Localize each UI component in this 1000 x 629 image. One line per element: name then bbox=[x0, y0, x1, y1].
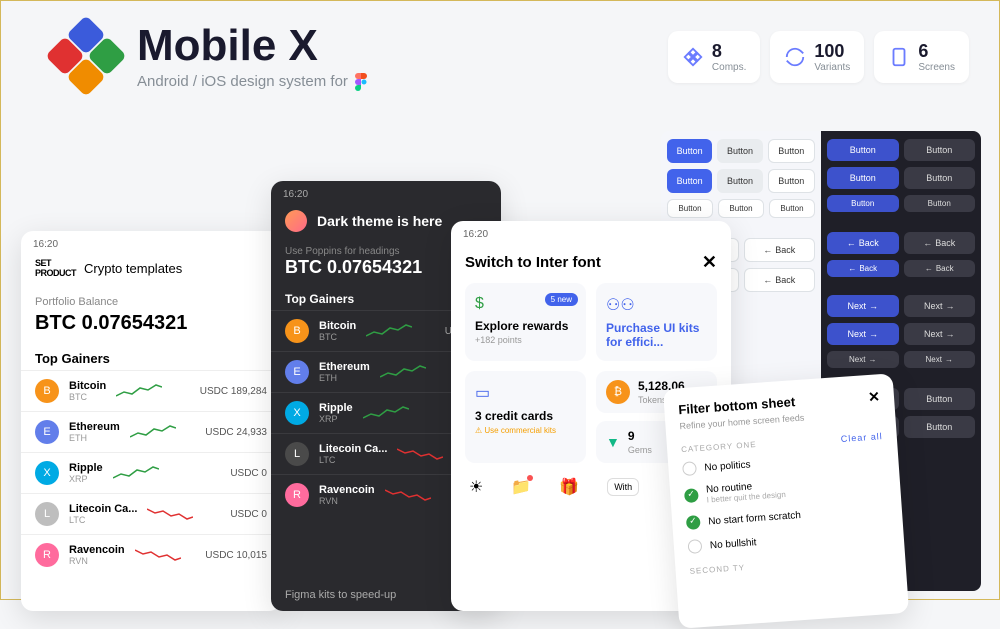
button-outline[interactable]: Button bbox=[768, 139, 815, 163]
button-dark[interactable]: Button bbox=[904, 388, 976, 410]
stat-variants: 100Variants bbox=[770, 31, 864, 83]
balance: BTC 0.07654321 bbox=[21, 312, 281, 347]
subtitle: Android / iOS design system for bbox=[137, 73, 368, 91]
next-button[interactable]: Next → bbox=[904, 323, 976, 345]
with-chip[interactable]: With bbox=[607, 478, 639, 496]
phone-icon bbox=[888, 46, 910, 68]
coin-icon: X bbox=[285, 401, 309, 425]
button-dark[interactable]: Button bbox=[904, 416, 976, 438]
panel-title: Switch to Inter font bbox=[465, 254, 601, 271]
close-icon[interactable]: ✕ bbox=[868, 388, 881, 406]
coin-row[interactable]: XRippleXRPUSDC 0 bbox=[21, 452, 281, 493]
coin-row[interactable]: LLitecoin Ca...LTCUSDC 0 bbox=[21, 493, 281, 534]
coin-icon: L bbox=[35, 502, 59, 526]
coin-row[interactable]: BBitcoinBTCUSDC 189,284 bbox=[21, 370, 281, 411]
coin-icon: R bbox=[285, 483, 309, 507]
radio[interactable] bbox=[682, 461, 697, 476]
button-primary-dark[interactable]: Button bbox=[827, 167, 899, 189]
button-outline[interactable]: Button bbox=[768, 169, 815, 193]
button-small[interactable]: Button bbox=[769, 199, 815, 218]
button-secondary-dark[interactable]: Button bbox=[904, 167, 976, 189]
next-button-small[interactable]: Next → bbox=[827, 351, 899, 368]
brand-title: Crypto templates bbox=[84, 261, 182, 276]
status-time: 16:20 bbox=[271, 181, 501, 202]
diamond-icon bbox=[682, 46, 704, 68]
coin-icon: X bbox=[35, 461, 59, 485]
next-button[interactable]: Next → bbox=[827, 295, 899, 317]
gem-icon: ▼ bbox=[606, 434, 620, 450]
coin-row[interactable]: EEthereumETHUSDC 24,933 bbox=[21, 411, 281, 452]
coin-icon: B bbox=[35, 379, 59, 403]
button-secondary-dark[interactable]: Button bbox=[904, 139, 976, 161]
button-secondary[interactable]: Button bbox=[717, 169, 762, 193]
button-small[interactable]: Button bbox=[667, 199, 713, 218]
people-icon: ⚇⚇ bbox=[606, 295, 707, 315]
button-primary[interactable]: Button bbox=[667, 169, 712, 193]
stat-comps: 8Comps. bbox=[668, 31, 760, 83]
footer-text: Figma kits to speed-up bbox=[285, 589, 396, 601]
card-purchase[interactable]: ⚇⚇Purchase UI kits for effici... bbox=[596, 283, 717, 361]
button-small-dark[interactable]: Button bbox=[904, 195, 976, 212]
card-icon: ▭ bbox=[475, 383, 576, 403]
coin-icon: E bbox=[285, 360, 309, 384]
button-small[interactable]: Button bbox=[718, 199, 764, 218]
status-time: 16:20 bbox=[451, 221, 731, 242]
card-rewards[interactable]: $5 newExplore rewards+182 points bbox=[465, 283, 586, 361]
next-button[interactable]: Next → bbox=[827, 323, 899, 345]
stats: 8Comps. 100Variants 6Screens bbox=[668, 31, 969, 83]
radio[interactable] bbox=[686, 515, 701, 530]
bitcoin-icon: ₿ bbox=[606, 380, 630, 404]
back-button-dark[interactable]: ← Back bbox=[904, 260, 976, 277]
button-secondary[interactable]: Button bbox=[717, 139, 762, 163]
figma-icon bbox=[354, 73, 368, 91]
next-button[interactable]: Next → bbox=[904, 295, 976, 317]
card-credit[interactable]: ▭3 credit cards⚠ Use commercial kits bbox=[465, 371, 586, 463]
coin-icon: L bbox=[285, 442, 309, 466]
button-small-dark[interactable]: Button bbox=[827, 195, 899, 212]
portfolio-label: Portfolio Balance bbox=[21, 284, 281, 312]
category-label: SECOND TY bbox=[689, 563, 745, 576]
coin-icon: R bbox=[35, 543, 59, 567]
folder-icon[interactable]: 📁 bbox=[511, 477, 531, 497]
back-button-dark[interactable]: ← Back bbox=[904, 232, 976, 254]
headline: Dark theme is here bbox=[317, 213, 442, 229]
badge: 5 new bbox=[545, 293, 578, 306]
title: Mobile X bbox=[137, 21, 368, 71]
phone-filter-sheet: Filter bottom sheet✕ Refine your home sc… bbox=[663, 373, 909, 628]
phone-crypto-light: 16:20 SETPRODUCTCrypto templates Portfol… bbox=[21, 231, 281, 611]
clear-all[interactable]: Clear all bbox=[840, 431, 883, 444]
section-title: Top Gainers bbox=[21, 347, 281, 370]
coin-row[interactable]: RRavencoinRVNUSDC 10,015 bbox=[21, 534, 281, 575]
back-button[interactable]: ← Back bbox=[744, 238, 816, 262]
radio[interactable] bbox=[687, 539, 702, 554]
gift-icon[interactable]: 🎁 bbox=[559, 477, 579, 497]
refresh-icon bbox=[784, 46, 806, 68]
back-button-dark[interactable]: ← Back bbox=[827, 260, 899, 277]
close-icon[interactable]: ✕ bbox=[702, 252, 717, 273]
avatar[interactable] bbox=[285, 210, 307, 232]
back-button[interactable]: ← Back bbox=[744, 268, 816, 292]
stat-screens: 6Screens bbox=[874, 31, 969, 83]
button-primary-dark[interactable]: Button bbox=[827, 139, 899, 161]
radio[interactable] bbox=[684, 488, 699, 503]
button-primary[interactable]: Button bbox=[667, 139, 712, 163]
logo bbox=[51, 21, 121, 91]
header: Mobile X Android / iOS design system for bbox=[51, 21, 368, 91]
coin-icon: B bbox=[285, 319, 309, 343]
status-time: 16:20 bbox=[21, 231, 281, 252]
next-button-small[interactable]: Next → bbox=[904, 351, 976, 368]
back-button-dark[interactable]: ← Back bbox=[827, 232, 899, 254]
coin-icon: E bbox=[35, 420, 59, 444]
sun-icon[interactable]: ☀ bbox=[469, 477, 483, 497]
